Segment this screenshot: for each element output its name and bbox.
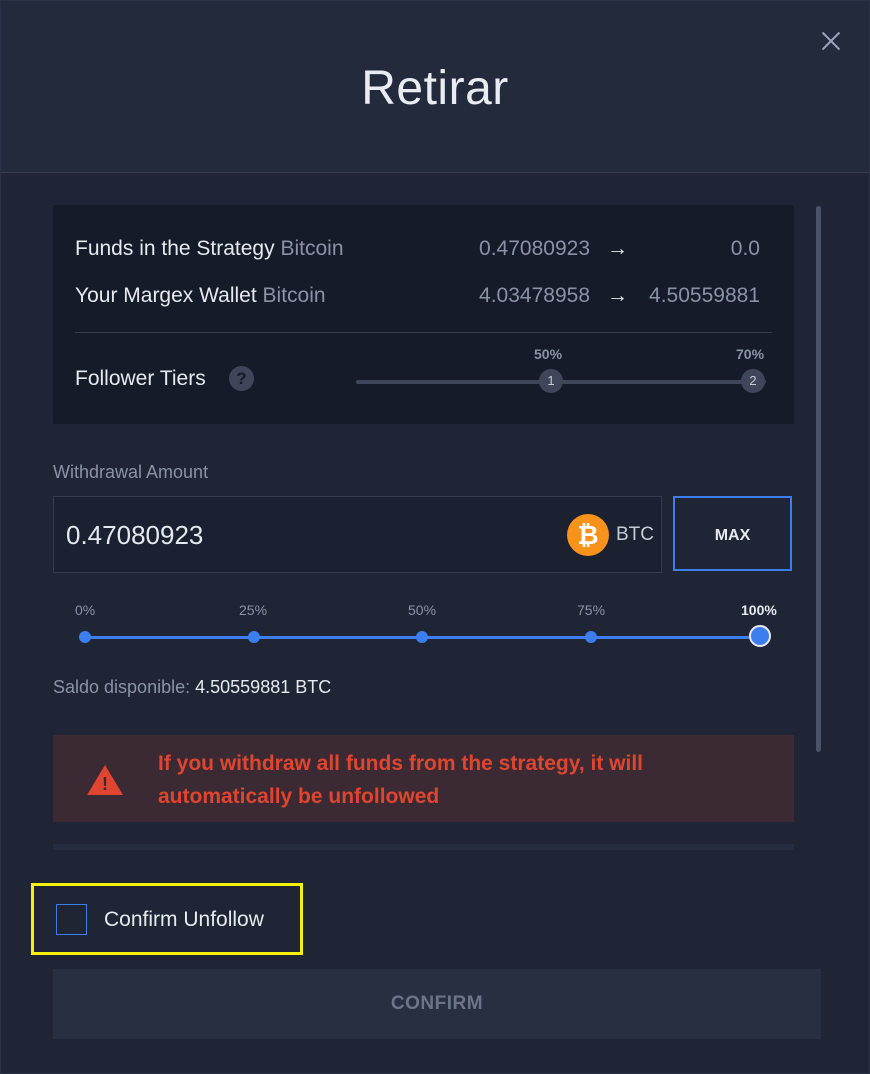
row-asset: Bitcoin [262,284,326,307]
tier-marker: 2 [741,369,765,393]
strategy-summary: Funds in the Strategy Bitcoin 0.47080923… [53,205,794,424]
arrow-right-icon: → [607,284,628,307]
row-asset: Bitcoin [280,237,344,260]
slider-step[interactable] [79,631,91,643]
withdrawal-amount-input[interactable]: 0.47080923 ₿ BTC [53,496,662,573]
slider-mark-label: 50% [408,602,437,618]
modal-title: Retirar [361,62,509,115]
close-icon[interactable] [815,25,847,57]
divider [75,332,772,333]
tier-marker: 1 [539,369,563,393]
row-from-value: 0.47080923 [479,237,590,260]
follower-tiers-label: Follower Tiers [75,367,206,390]
amount-value[interactable]: 0.47080923 [66,520,203,551]
divider [53,844,794,850]
unfollow-warning: ! If you withdraw all funds from the str… [53,735,794,822]
summary-row-wallet: Your Margex Wallet Bitcoin 4.03478958 → … [75,284,772,314]
slider-step[interactable] [585,631,597,643]
confirm-unfollow-label[interactable]: Confirm Unfollow [104,908,264,932]
slider-mark-label: 75% [577,602,606,618]
currency-label: BTC [616,524,654,545]
summary-row-strategy: Funds in the Strategy Bitcoin 0.47080923… [75,237,772,267]
confirm-unfollow-checkbox[interactable] [56,904,87,935]
confirm-button[interactable]: CONFIRM [53,969,821,1039]
available-balance: Saldo disponible: 4.50559881 BTC [53,677,331,698]
slider-step[interactable] [248,631,260,643]
arrow-right-icon: → [607,237,628,260]
tier-percent: 50% [534,346,563,362]
slider-step[interactable] [416,631,428,643]
slider-thumb[interactable] [749,625,771,647]
row-to-value: 4.50559881 [649,284,760,307]
row-label: Funds in the Strategy [75,237,275,260]
warning-text: If you withdraw all funds from the strat… [158,752,643,808]
available-value: 4.50559881 BTC [195,677,332,697]
tier-percent: 70% [736,346,765,362]
scrollbar[interactable] [816,206,821,752]
withdraw-modal: Retirar Funds in the Strategy Bitcoin 0.… [0,0,870,1074]
max-button[interactable]: MAX [673,496,792,571]
slider-mark-label: 100% [741,602,777,618]
confirm-unfollow-highlight: Confirm Unfollow [31,883,303,955]
slider-mark-label: 25% [239,602,268,618]
row-from-value: 4.03478958 [479,284,590,307]
help-icon[interactable]: ? [229,366,254,391]
row-to-value: 0.0 [730,237,760,260]
slider-mark-label: 0% [75,602,96,618]
withdrawal-amount-label: Withdrawal Amount [53,462,209,482]
bitcoin-icon: ₿ [567,514,609,556]
modal-header: Retirar [1,1,869,173]
row-label: Your Margex Wallet [75,284,257,307]
available-label: Saldo disponible: [53,677,191,697]
